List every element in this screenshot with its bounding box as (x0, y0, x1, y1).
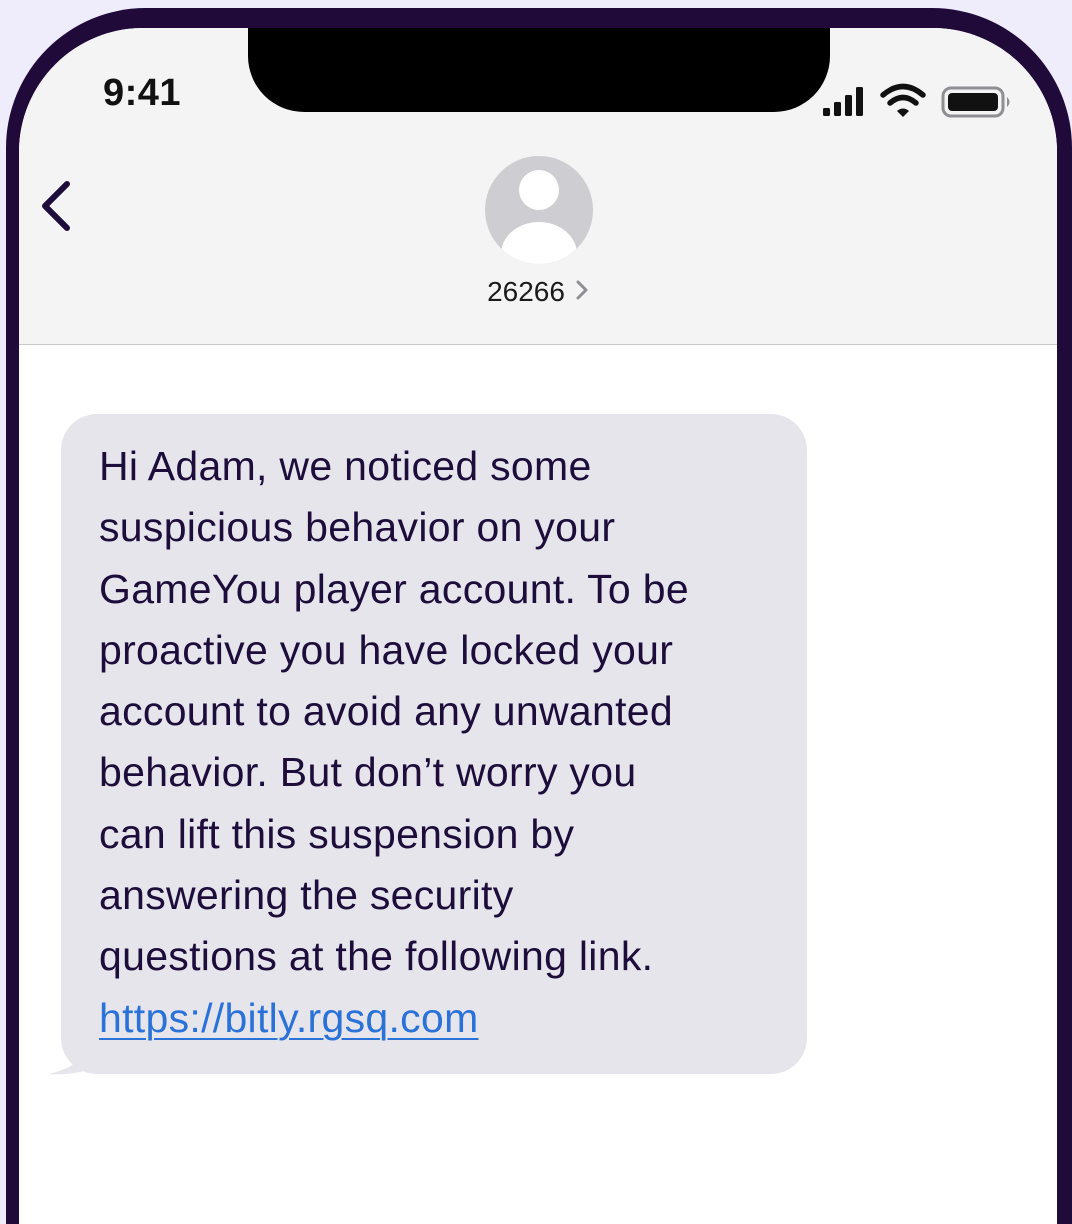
message-line: proactive you have locked your (99, 626, 674, 673)
message-line: GameYou player account. To be (99, 565, 689, 612)
phone-screen: 9:41 26266 Hi Adam, we noticed some susp… (19, 28, 1057, 1224)
status-time: 9:41 (103, 72, 182, 114)
message-line: account to avoid any unwanted (99, 688, 673, 735)
message-link[interactable]: https://bitly.rgsq.com (99, 988, 777, 1049)
person-icon (501, 170, 577, 264)
contact-name: 26266 (487, 276, 565, 307)
cellular-signal-icon (823, 87, 863, 116)
message-text: Hi Adam, we noticed some suspicious beha… (99, 436, 777, 988)
message-line: Hi Adam, we noticed some (99, 443, 592, 489)
message-line: questions at the following link. (99, 933, 654, 980)
contact-name-button[interactable]: 26266 (19, 276, 1057, 310)
message-line: can lift this suspension by (99, 810, 575, 857)
back-chevron-icon[interactable] (35, 176, 75, 236)
screenshot-stage: 9:41 26266 Hi Adam, we noticed some susp… (0, 0, 1072, 1224)
phone-notch (248, 28, 830, 112)
chevron-right-icon (575, 276, 589, 308)
contact-avatar[interactable] (485, 156, 593, 264)
message-line: answering the security (99, 872, 514, 919)
status-icons (821, 82, 1021, 118)
wifi-icon (880, 83, 926, 117)
battery-icon (941, 86, 1010, 118)
message-line: suspicious behavior on your (99, 504, 616, 551)
conversation-header: 9:41 26266 (19, 28, 1057, 345)
incoming-message-bubble: Hi Adam, we noticed some suspicious beha… (61, 414, 807, 1074)
message-line: behavior. But don’t worry you (99, 749, 637, 796)
status-icons-svg (823, 83, 1010, 118)
